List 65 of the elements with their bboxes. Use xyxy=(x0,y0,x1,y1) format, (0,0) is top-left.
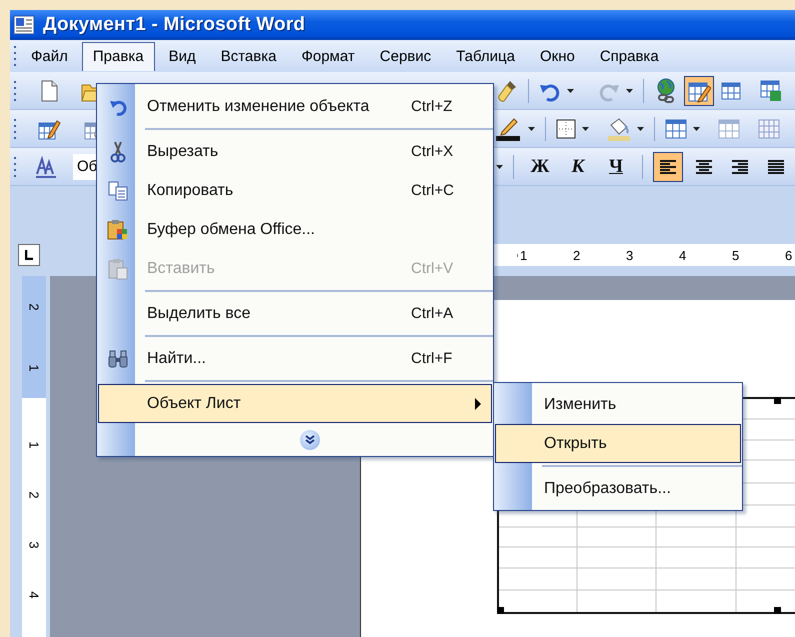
scissors-icon xyxy=(110,140,126,162)
format-button[interactable]: К xyxy=(562,152,594,182)
menu-bar-item[interactable]: Вид xyxy=(158,42,207,70)
expand-button[interactable] xyxy=(300,430,320,450)
clipboard-icon xyxy=(108,258,128,280)
align-left-icon xyxy=(658,158,678,176)
dropdown-arrow-icon[interactable] xyxy=(528,126,535,130)
clipboard-icon xyxy=(107,218,129,240)
copy-icon xyxy=(108,180,128,200)
styles-icon xyxy=(35,156,57,178)
dropdown-arrow-icon[interactable] xyxy=(496,164,503,168)
shortcut-label: Ctrl+C xyxy=(411,182,455,199)
shortcut-label: Ctrl+V xyxy=(411,260,454,277)
new-document-icon[interactable] xyxy=(39,80,59,102)
menu-item[interactable]: Найти... Ctrl+F xyxy=(98,339,492,378)
dropdown-arrow-icon[interactable] xyxy=(637,126,644,130)
spreadsheet-icon[interactable] xyxy=(760,80,782,102)
dropdown-arrow-icon[interactable] xyxy=(582,126,589,130)
shortcut-label: Ctrl+Z xyxy=(411,98,454,115)
menu-bar-item[interactable]: Правка xyxy=(82,42,155,70)
tab-stop-button[interactable] xyxy=(18,244,40,266)
menu-item[interactable]: Выделить все Ctrl+A xyxy=(98,294,492,333)
menu-item[interactable]: Преобразовать... xyxy=(495,469,741,508)
align-center-icon xyxy=(694,158,714,176)
menu-item[interactable]: Изменить xyxy=(495,385,741,424)
dropdown-arrow-icon[interactable] xyxy=(693,126,700,130)
menu-bar-item[interactable]: Сервис xyxy=(368,42,442,70)
format-button[interactable]: Ж xyxy=(524,152,556,182)
shortcut-label: Ctrl+A xyxy=(411,305,454,322)
dropdown-arrow-icon[interactable] xyxy=(626,88,633,92)
menu-bar-item[interactable]: Окно xyxy=(528,42,586,70)
toolbar-grip-icon xyxy=(13,154,17,178)
menu-bar-item[interactable]: Файл xyxy=(20,42,79,70)
draw-table-button[interactable] xyxy=(684,76,714,106)
pencil-line-icon[interactable] xyxy=(496,116,522,140)
align-button[interactable] xyxy=(653,152,683,182)
toolbar-grip-icon xyxy=(13,116,17,140)
menu-item[interactable]: Буфер обмена Office... xyxy=(98,210,492,249)
binoculars-icon xyxy=(108,350,128,368)
menu-bar-item[interactable]: Формат xyxy=(290,42,366,70)
toolbar-grip-icon xyxy=(13,44,17,68)
brush-icon[interactable] xyxy=(496,78,518,102)
menu-bar-item[interactable]: Справка xyxy=(588,42,670,70)
chevron-down-icon xyxy=(305,434,315,444)
align-right-icon xyxy=(730,158,750,176)
window-title: Документ1 - Microsoft Word xyxy=(43,14,306,36)
format-button[interactable]: Ч xyxy=(600,152,632,182)
vertical-ruler: 2 1 1 2 3 4 xyxy=(22,276,46,637)
submenu-arrow-icon xyxy=(475,398,481,410)
menu-item[interactable]: Объект Лист xyxy=(98,384,492,423)
tab-stop-icon xyxy=(25,250,33,260)
table-icon[interactable] xyxy=(720,80,742,100)
justify-icon xyxy=(766,158,786,176)
toolbar-grip-icon xyxy=(13,78,17,102)
menu-bar-item[interactable]: Вставка xyxy=(210,42,288,70)
shortcut-label: Ctrl+F xyxy=(411,350,454,367)
menu-item[interactable]: Отменить изменение объекта Ctrl+Z xyxy=(98,87,492,126)
word-document-icon xyxy=(13,15,35,35)
border-icon[interactable] xyxy=(556,118,576,138)
shortcut-label: Ctrl+X xyxy=(411,143,454,160)
table-icon[interactable] xyxy=(665,118,687,138)
fill-bucket-icon[interactable] xyxy=(607,116,631,140)
menu-item[interactable]: Открыть xyxy=(495,424,741,463)
dropdown-arrow-icon[interactable] xyxy=(567,88,574,92)
menu-bar-item[interactable]: Таблица xyxy=(445,42,526,70)
